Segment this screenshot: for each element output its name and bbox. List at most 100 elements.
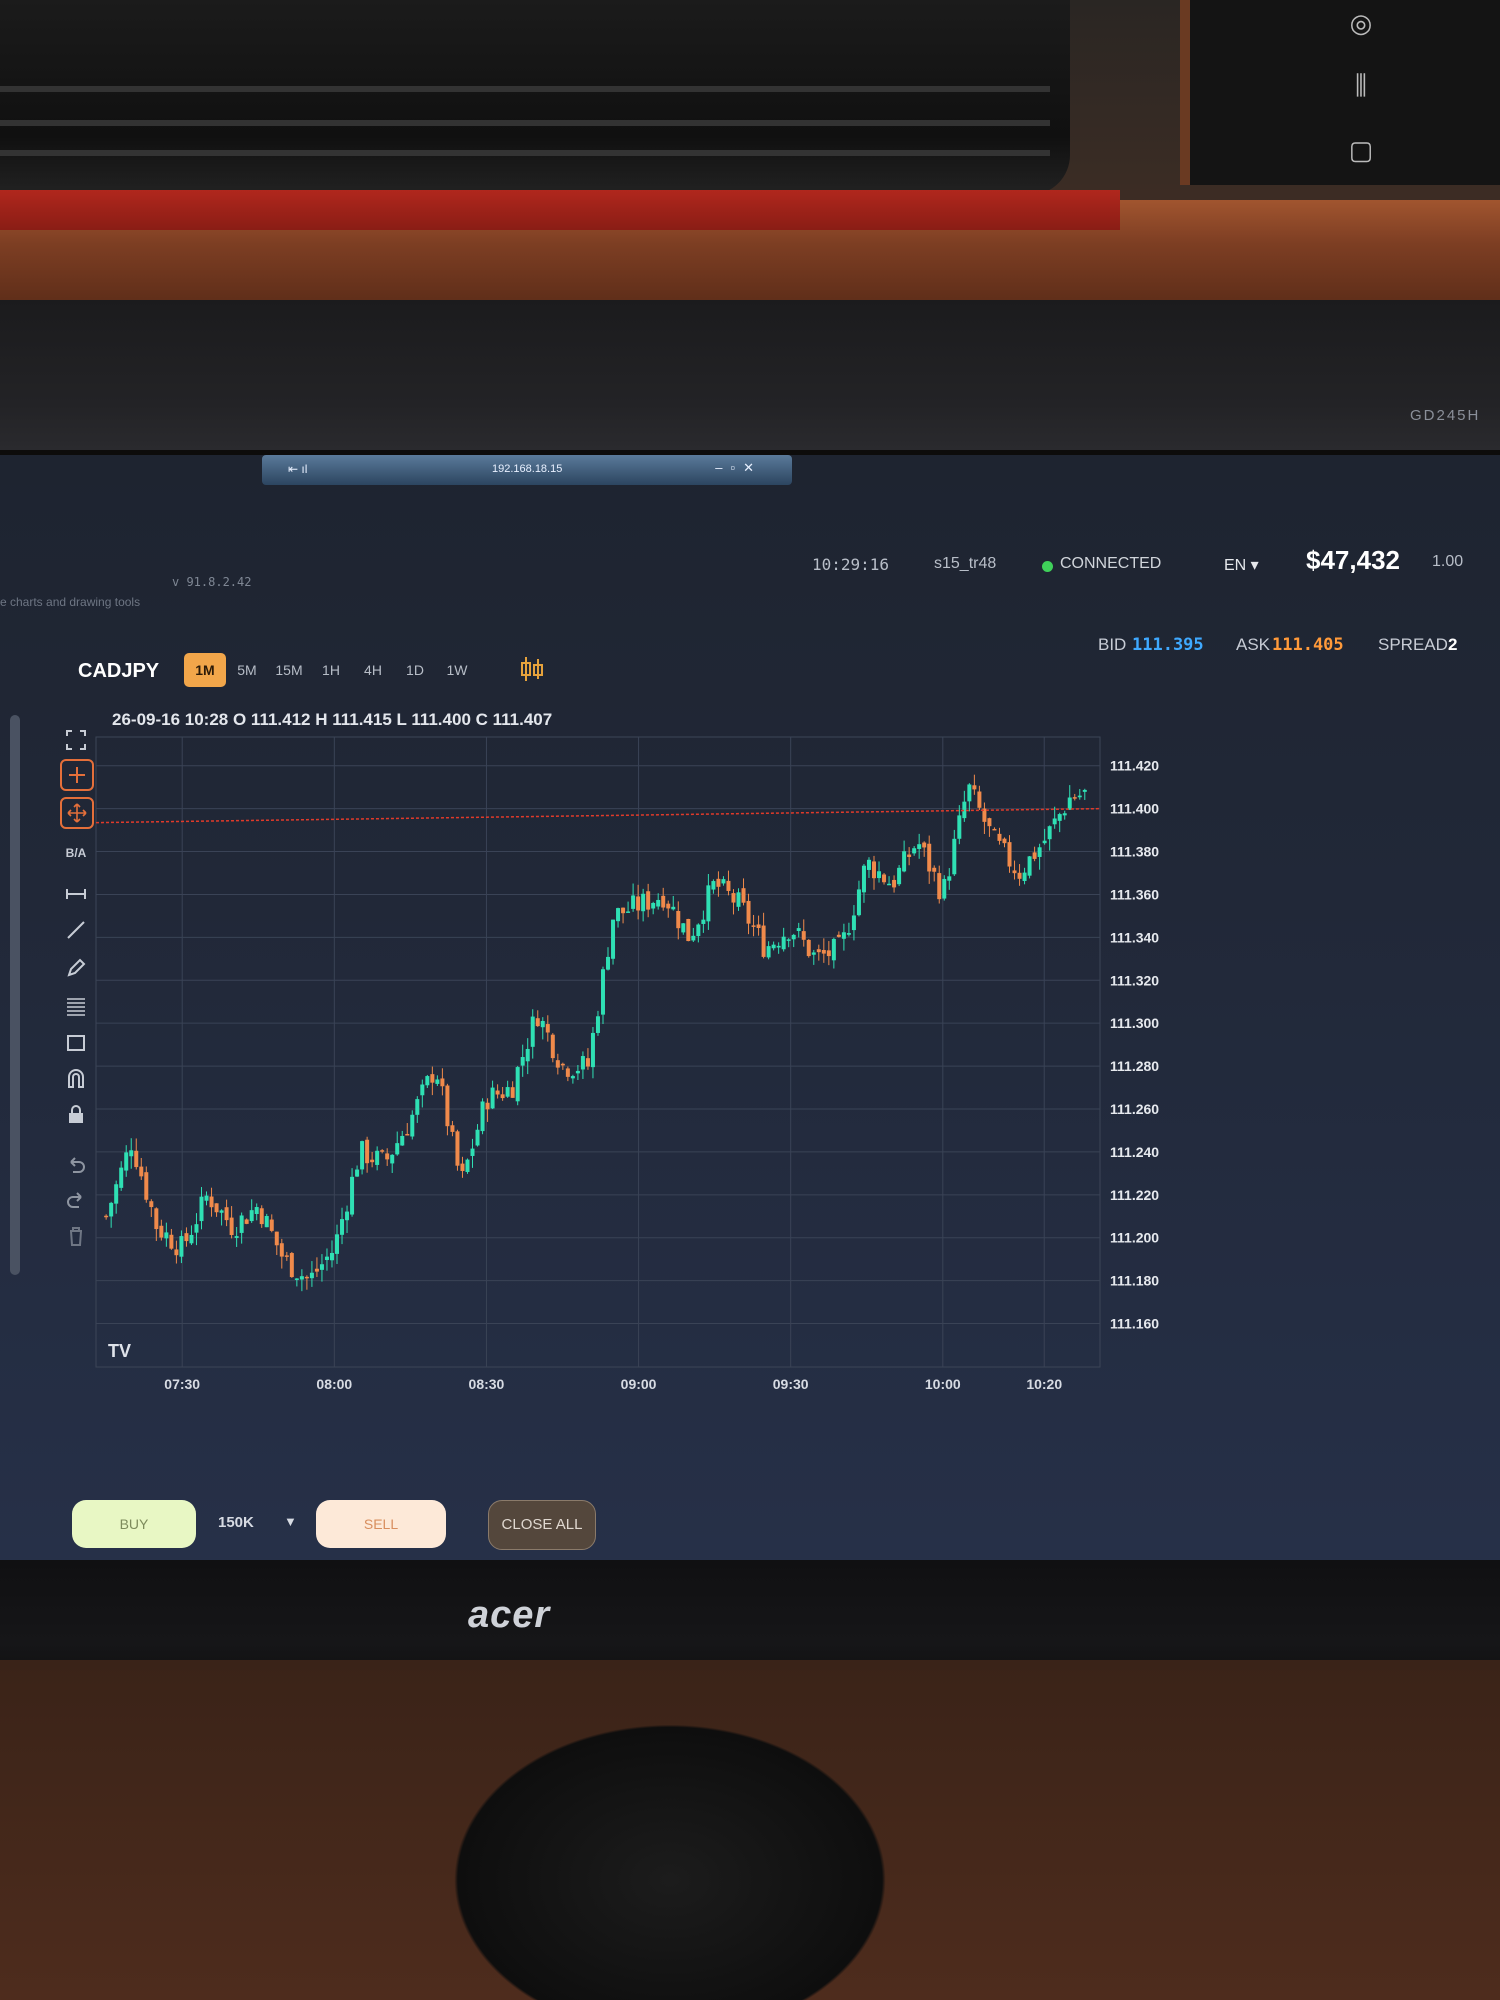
candle-body bbox=[856, 889, 861, 916]
y-tick-label: 111.340 bbox=[1110, 929, 1159, 945]
candle-body bbox=[796, 928, 801, 932]
candle-body bbox=[611, 919, 616, 959]
candle-body bbox=[159, 1225, 164, 1238]
y-tick-label: 111.200 bbox=[1110, 1230, 1159, 1246]
symbol-name[interactable]: CADJPY bbox=[78, 660, 159, 683]
candle-body bbox=[124, 1152, 129, 1171]
candle-body bbox=[861, 865, 866, 893]
wifi-icon: ◎ bbox=[1349, 8, 1373, 38]
y-tick-label: 111.380 bbox=[1110, 844, 1159, 860]
candle-body bbox=[455, 1131, 460, 1166]
multiplier: 1.00 bbox=[1432, 553, 1464, 570]
candle-body bbox=[365, 1139, 370, 1164]
candle-body bbox=[1032, 852, 1037, 859]
tradingview-logo: TV bbox=[108, 1341, 131, 1361]
left-scrollbar[interactable] bbox=[10, 715, 20, 1275]
window-title: 192.168.18.15 bbox=[492, 463, 563, 475]
candlestick-chart[interactable]: 111.420 111.400 111.380 111.360 111.340 111.3… bbox=[50, 695, 1500, 1455]
candle-body bbox=[259, 1208, 264, 1225]
candle-body bbox=[626, 911, 631, 913]
candle-body bbox=[420, 1084, 425, 1096]
candle-body bbox=[139, 1166, 144, 1177]
candle-body bbox=[209, 1196, 214, 1208]
account-balance: $47,432 bbox=[1306, 545, 1400, 575]
window-controls[interactable]: –▫✕ bbox=[715, 460, 762, 476]
tab-timeframe-1w[interactable]: 1W bbox=[436, 653, 478, 687]
candle-body bbox=[294, 1278, 299, 1280]
candle-body bbox=[1007, 842, 1012, 867]
candle-body bbox=[254, 1207, 259, 1215]
candle-body bbox=[841, 932, 846, 939]
candle-body bbox=[872, 861, 877, 879]
candle-body bbox=[806, 939, 811, 957]
candle-body bbox=[651, 902, 656, 909]
timeframe-selector: 1M 5M 15M 1H 4H 1D 1W bbox=[184, 653, 478, 687]
pin-icon[interactable]: ⇤ ıl bbox=[288, 462, 307, 476]
language-select[interactable]: EN ▾ bbox=[1224, 555, 1259, 575]
candle-body bbox=[706, 885, 711, 922]
candle-body bbox=[811, 952, 816, 955]
connection-status-dot bbox=[1042, 561, 1053, 572]
candle-body bbox=[299, 1276, 304, 1280]
candle-body bbox=[134, 1150, 139, 1168]
candle-body bbox=[405, 1133, 410, 1136]
candle-body bbox=[761, 925, 766, 957]
candle-body bbox=[716, 878, 721, 887]
candle-body bbox=[470, 1148, 475, 1156]
candle-body bbox=[666, 903, 671, 909]
spread-label: SPREAD bbox=[1378, 635, 1448, 654]
y-tick-label: 111.400 bbox=[1110, 801, 1159, 817]
candle-body bbox=[224, 1207, 229, 1221]
candle-body bbox=[164, 1232, 169, 1239]
phone-screen bbox=[1180, 0, 1500, 185]
tab-timeframe-1m[interactable]: 1M bbox=[184, 653, 226, 687]
trade-bar: BUY 150K ▼ SELL CLOSE ALL bbox=[0, 1470, 1500, 1560]
candle-body bbox=[129, 1150, 134, 1157]
candle-body bbox=[831, 938, 836, 961]
quantity-select[interactable]: 150K bbox=[218, 1514, 254, 1531]
candle-body bbox=[681, 923, 686, 933]
tab-timeframe-4h[interactable]: 4H bbox=[352, 653, 394, 687]
candle-body bbox=[671, 906, 676, 910]
account-id: s15_tr48 bbox=[934, 555, 997, 572]
candle-body bbox=[580, 1056, 585, 1070]
candle-body bbox=[345, 1211, 350, 1221]
sell-button[interactable]: SELL bbox=[316, 1500, 446, 1548]
candle-body bbox=[515, 1067, 520, 1102]
candle-body bbox=[801, 931, 806, 940]
price-chart[interactable]: 111.420 111.400 111.380 111.360 111.340 111.3… bbox=[50, 695, 1500, 1455]
monitor-model: GD245H bbox=[1410, 407, 1481, 424]
candle-body bbox=[500, 1094, 505, 1099]
candle-body bbox=[616, 908, 621, 922]
candle-body bbox=[771, 944, 776, 949]
connection-status: CONNECTED bbox=[1060, 555, 1162, 572]
y-tick-label: 111.240 bbox=[1110, 1144, 1159, 1160]
candle-body bbox=[972, 785, 977, 790]
tab-timeframe-1d[interactable]: 1D bbox=[394, 653, 436, 687]
buy-button[interactable]: BUY bbox=[72, 1500, 196, 1548]
tab-timeframe-5m[interactable]: 5M bbox=[226, 653, 268, 687]
candle-body bbox=[641, 893, 646, 912]
candle-type-icon[interactable] bbox=[518, 655, 546, 683]
candle-body bbox=[199, 1196, 204, 1222]
candle-body bbox=[430, 1074, 435, 1083]
remote-window-titlebar[interactable]: ⇤ ıl 192.168.18.15 –▫✕ bbox=[262, 455, 792, 485]
clock: 10:29:16 bbox=[812, 555, 890, 574]
tab-timeframe-1h[interactable]: 1H bbox=[310, 653, 352, 687]
x-tick-label: 10:00 bbox=[925, 1376, 961, 1392]
tab-timeframe-15m[interactable]: 15M bbox=[268, 653, 310, 687]
candle-body bbox=[229, 1217, 234, 1236]
candle-body bbox=[340, 1219, 345, 1235]
close-all-button[interactable]: CLOSE ALL bbox=[488, 1500, 596, 1550]
candle-body bbox=[731, 893, 736, 903]
chevron-down-icon[interactable]: ▼ bbox=[284, 1514, 297, 1529]
candle-body bbox=[590, 1032, 595, 1068]
candle-body bbox=[656, 899, 661, 907]
candle-body bbox=[836, 934, 841, 937]
candle-body bbox=[204, 1195, 209, 1201]
candle-body bbox=[927, 843, 932, 872]
candle-body bbox=[269, 1219, 274, 1231]
candle-body bbox=[480, 1101, 485, 1132]
candle-body bbox=[736, 892, 741, 907]
candle-body bbox=[169, 1234, 174, 1249]
